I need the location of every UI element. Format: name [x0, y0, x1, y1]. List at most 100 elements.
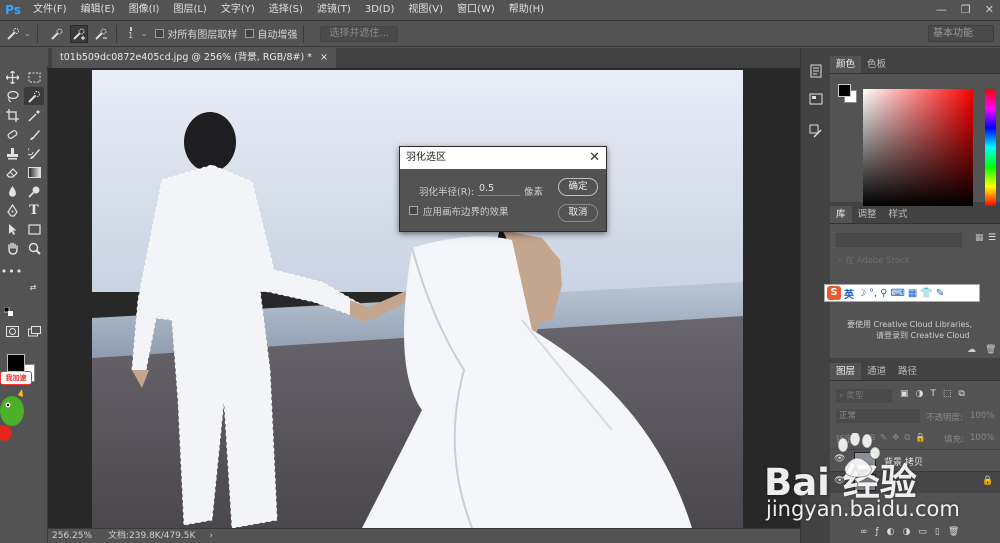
- layer-filter-select[interactable]: ⌕ 类型: [836, 389, 892, 403]
- fill-value[interactable]: 100%: [970, 433, 994, 443]
- eraser-tool-icon[interactable]: [2, 163, 22, 181]
- ime-toolbar[interactable]: S 英 ☽ °, ⚲ ⌨ ▦ 👕 ✎: [824, 284, 980, 302]
- healing-brush-tool-icon[interactable]: [2, 125, 22, 143]
- tab-libraries[interactable]: 库: [830, 206, 852, 223]
- marquee-tool-icon[interactable]: [24, 68, 44, 86]
- library-trash-icon[interactable]: 🗑: [985, 345, 996, 355]
- select-and-mask-button[interactable]: 选择并遮住...: [320, 25, 398, 42]
- canvas-area[interactable]: [48, 68, 800, 528]
- tab-styles[interactable]: 样式: [883, 206, 914, 223]
- auto-enhance-checkbox[interactable]: 自动增强: [245, 26, 297, 41]
- dodge-tool-icon[interactable]: [24, 182, 44, 200]
- tab-layers[interactable]: 图层: [830, 363, 862, 380]
- restore-button[interactable]: ❐: [961, 0, 971, 20]
- document-tab-close-icon[interactable]: ×: [320, 48, 328, 68]
- divider: [36, 24, 38, 43]
- subtract-from-selection-icon[interactable]: [92, 25, 110, 43]
- move-tool-icon[interactable]: [2, 68, 22, 86]
- list-view-icon[interactable]: ☰: [988, 233, 998, 245]
- menu-bar: Ps 文件(F) 编辑(E) 图像(I) 图层(L) 文字(Y) 选择(S) 滤…: [0, 0, 1000, 20]
- tab-color[interactable]: 颜色: [830, 56, 862, 73]
- stock-search[interactable]: ⌕ 在 Adobe Stock: [836, 254, 994, 269]
- menu-view[interactable]: 视图(V): [401, 0, 450, 20]
- opacity-value[interactable]: 100%: [970, 411, 994, 421]
- menu-type[interactable]: 文字(Y): [214, 0, 262, 20]
- swap-colors-icon[interactable]: ⇄: [28, 282, 38, 292]
- opacity-label: 不透明度:: [926, 413, 963, 423]
- gradient-tool-icon[interactable]: [24, 163, 44, 181]
- rectangle-tool-icon[interactable]: [24, 220, 44, 238]
- cancel-button[interactable]: 取消: [558, 204, 598, 222]
- brush-size-control[interactable]: 1: [123, 27, 139, 40]
- ok-button[interactable]: 确定: [558, 178, 598, 196]
- menu-filter[interactable]: 滤镜(T): [310, 0, 358, 20]
- menu-3d[interactable]: 3D(D): [358, 0, 402, 20]
- pen-tool-icon[interactable]: [2, 201, 22, 219]
- hand-tool-icon[interactable]: [2, 239, 22, 257]
- blur-tool-icon[interactable]: [2, 182, 22, 200]
- library-dropdown[interactable]: [836, 233, 962, 247]
- color-picker-field[interactable]: [863, 89, 973, 206]
- crop-tool-icon[interactable]: [2, 106, 22, 124]
- preset-chevron-icon[interactable]: ⌄: [24, 29, 31, 38]
- tab-paths[interactable]: 路径: [892, 363, 923, 380]
- screen-mode-icon[interactable]: [24, 322, 44, 340]
- panel-foreground-swatch[interactable]: [838, 84, 851, 97]
- zoom-tool-icon[interactable]: [24, 239, 44, 257]
- sample-all-layers-checkbox[interactable]: 对所有图层取样: [155, 26, 237, 41]
- history-brush-tool-icon[interactable]: [24, 144, 44, 162]
- quick-selection-preset-icon[interactable]: [4, 25, 22, 43]
- dialog-close-icon[interactable]: ✕: [589, 147, 600, 169]
- minimize-button[interactable]: —: [936, 0, 947, 20]
- apply-canvas-bounds-checkbox[interactable]: [409, 206, 418, 215]
- eyedropper-tool-icon[interactable]: [24, 106, 44, 124]
- dialog-title-bar[interactable]: 羽化选区 ✕: [400, 147, 606, 169]
- properties-panel-icon[interactable]: [807, 92, 825, 110]
- menu-image[interactable]: 图像(I): [122, 0, 167, 20]
- green-mascot-icon: [0, 389, 24, 441]
- foreground-color-swatch[interactable]: [7, 354, 25, 372]
- menu-help[interactable]: 帮助(H): [502, 0, 551, 20]
- checkbox-box[interactable]: [155, 29, 165, 38]
- more-tools-icon[interactable]: •••: [1, 262, 22, 280]
- add-to-selection-icon[interactable]: [69, 24, 88, 43]
- menu-layer[interactable]: 图层(L): [166, 0, 213, 20]
- stock-search-placeholder: 在 Adobe Stock: [845, 256, 910, 266]
- path-selection-tool-icon[interactable]: [2, 220, 22, 238]
- tab-swatches[interactable]: 色板: [861, 56, 892, 73]
- history-panel-icon[interactable]: [807, 64, 825, 82]
- tab-adjustments[interactable]: 调整: [852, 206, 883, 223]
- cc-sync-icon[interactable]: ☁: [967, 345, 976, 355]
- quick-selection-tool-icon[interactable]: [24, 87, 44, 105]
- paw-icon: [837, 433, 881, 478]
- lasso-tool-icon[interactable]: [2, 87, 22, 105]
- clone-stamp-tool-icon[interactable]: [2, 144, 22, 162]
- brush-tool-icon[interactable]: [24, 125, 44, 143]
- layers-footer-icons[interactable]: ∞ƒ◐◑▭▯🗑: [860, 527, 967, 537]
- layer-filter-icons[interactable]: ▣◑T⬚⧉: [900, 389, 972, 399]
- default-colors-icon[interactable]: [3, 306, 13, 316]
- checkbox-box[interactable]: [245, 29, 255, 38]
- feather-radius-input[interactable]: [478, 182, 520, 196]
- workspace-select[interactable]: 基本功能: [928, 25, 994, 42]
- new-selection-icon[interactable]: [48, 25, 66, 43]
- accelerator-sticker[interactable]: 我加速: [0, 371, 32, 441]
- photo-canvas[interactable]: [92, 70, 743, 528]
- tool-presets-icon[interactable]: [807, 124, 825, 142]
- status-menu-arrow-icon[interactable]: ›: [195, 529, 213, 543]
- brush-chevron-icon[interactable]: ⌄: [141, 29, 148, 38]
- tab-channels[interactable]: 通道: [861, 363, 892, 380]
- menu-select[interactable]: 选择(S): [262, 0, 310, 20]
- hue-slider[interactable]: [985, 89, 996, 206]
- menu-window[interactable]: 窗口(W): [450, 0, 502, 20]
- type-tool-icon[interactable]: T: [24, 201, 44, 219]
- menu-edit[interactable]: 编辑(E): [74, 0, 122, 20]
- blend-mode-select[interactable]: 正常: [836, 409, 920, 423]
- menu-file[interactable]: 文件(F): [26, 0, 74, 20]
- grid-view-icon[interactable]: ▦: [975, 233, 985, 245]
- document-tab[interactable]: t01b509dc0872e405cd.jpg @ 256% (背景, RGB/…: [52, 48, 336, 68]
- close-window-button[interactable]: ✕: [985, 0, 994, 20]
- zoom-level[interactable]: 256.25%: [48, 529, 106, 543]
- quick-mask-icon[interactable]: [2, 322, 22, 340]
- divider: [115, 24, 117, 43]
